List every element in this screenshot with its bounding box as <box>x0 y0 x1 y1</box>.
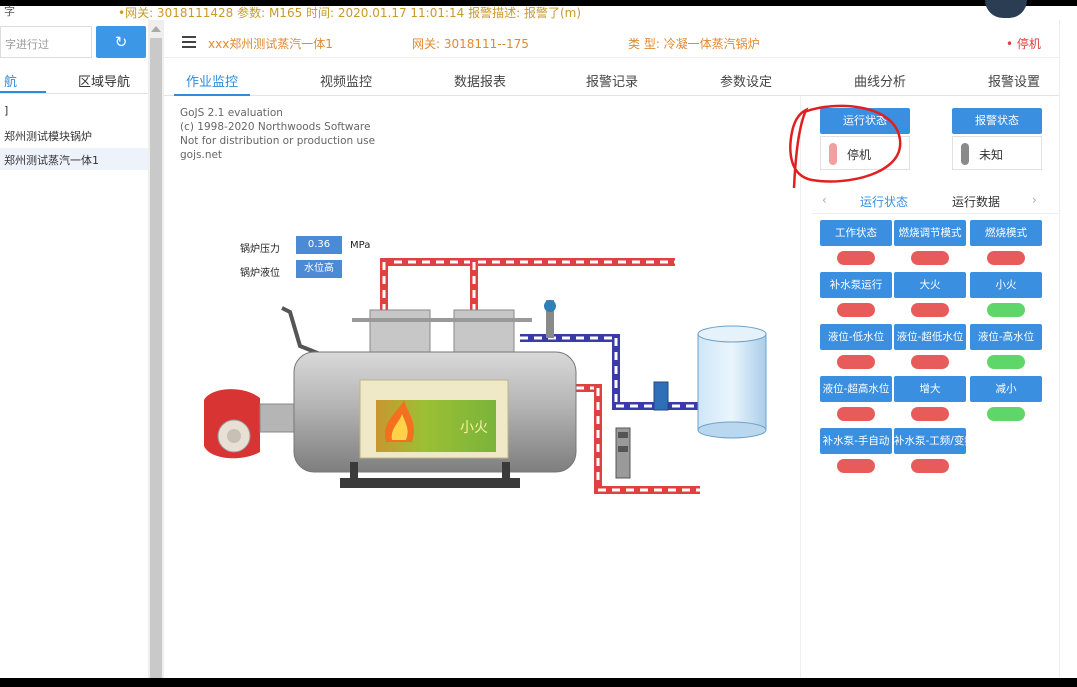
indicator-light <box>911 251 949 265</box>
watermark-line: GoJS 2.1 evaluation <box>180 107 283 119</box>
menu-icon[interactable] <box>182 36 196 48</box>
indicator-label: 大火 <box>894 272 966 298</box>
bottom-black-bar <box>0 678 1077 687</box>
device-status: • 停机 <box>1006 37 1041 51</box>
control-box-left <box>369 309 431 353</box>
indicator-label: 补水泵运行 <box>820 272 892 298</box>
sidebar-tab-navigation[interactable]: 航 <box>4 71 17 90</box>
indicator-light <box>987 303 1025 317</box>
sidebar-tab-area-navigation[interactable]: 区域导航 <box>78 71 130 90</box>
exhaust-pipe <box>281 306 321 356</box>
indicator-label: 减小 <box>970 376 1042 402</box>
main-tabs: 作业监控 视频监控 数据报表 报警记录 参数设定 曲线分析 报警设置 <box>164 62 1059 96</box>
alarm-status-card: 未知 <box>952 136 1042 170</box>
indicator-light <box>911 355 949 369</box>
indicator-light <box>911 407 949 421</box>
indicator-label: 补水泵-工频/变频 <box>894 428 966 454</box>
sub-tab-run-status[interactable]: 运行状态 <box>860 193 908 210</box>
top-strip: 字 •网关: 3018111428 参数: M165 时间: 2020.01.1… <box>0 0 1077 20</box>
tab-data-report[interactable]: 数据报表 <box>454 71 506 90</box>
indicator-light <box>837 407 875 421</box>
gateway-id: 网关: 3018111--175 <box>412 37 529 51</box>
top-left-text: 字 <box>4 5 15 18</box>
search-input[interactable]: 字进行过 <box>0 26 92 58</box>
tab-alarm-settings[interactable]: 报警设置 <box>988 71 1040 90</box>
tree-item-steam-boiler[interactable]: 郑州测试蒸汽一体1 <box>0 148 148 170</box>
boiler-leg <box>502 462 510 484</box>
refresh-icon: ↻ <box>114 33 128 51</box>
sidebar-scrollbar[interactable] <box>148 20 164 678</box>
indicator-label: 燃烧模式 <box>970 220 1042 246</box>
sidebar-tabs: 航 区域导航 <box>0 66 148 94</box>
boiler-diagram: 小火 <box>204 258 767 494</box>
indicator-light <box>987 407 1025 421</box>
alarm-status-header: 报警状态 <box>952 108 1042 134</box>
alarm-status-value: 未知 <box>979 148 1004 162</box>
sub-tab-run-data[interactable]: 运行数据 <box>952 193 1000 210</box>
sidebar-tab-underline <box>0 91 46 93</box>
indicator-label: 液位-超低水位 <box>894 324 966 350</box>
indicator-light <box>837 303 875 317</box>
avatar[interactable] <box>985 0 1027 18</box>
boiler-leg <box>350 462 358 484</box>
feed-pump-icon <box>615 427 631 479</box>
indicator-light <box>987 355 1025 369</box>
watermark-line: gojs.net <box>180 149 223 161</box>
alarm-status-indicator <box>961 143 969 165</box>
indicator-label: 液位-超高水位 <box>820 376 892 402</box>
right-edge <box>1059 20 1077 678</box>
gojs-watermark: GoJS 2.1 evaluation (c) 1998-2020 Northw… <box>180 106 375 162</box>
scroll-thumb[interactable] <box>150 38 162 678</box>
circulation-pump-icon <box>653 381 669 411</box>
indicator-label: 燃烧调节模式 <box>894 220 966 246</box>
app-root: 字 •网关: 3018111428 参数: M165 时间: 2020.01.1… <box>0 0 1077 687</box>
flame-label: 小火 <box>460 419 488 435</box>
sub-tab-prev[interactable]: ‹ <box>822 193 827 207</box>
watermark-line: (c) 1998-2020 Northwoods Software <box>180 121 371 133</box>
device-info-bar: xxx郑州测试蒸汽一体1 网关: 3018111--175 类 型: 冷凝一体蒸… <box>164 28 1059 58</box>
tab-alarm-records[interactable]: 报警记录 <box>586 71 638 90</box>
alarm-ticker: •网关: 3018111428 参数: M165 时间: 2020.01.17 … <box>118 6 582 20</box>
indicator-label: 液位-低水位 <box>820 324 892 350</box>
indicator-label: 补水泵-手自动 <box>820 428 892 454</box>
indicator-label: 增大 <box>894 376 966 402</box>
sidebar: 字进行过 ↻ 航 区域导航 ] 郑州测试模块锅炉 郑州测试蒸汽一体1 <box>0 20 148 678</box>
control-box-right <box>453 309 515 353</box>
tree-item-module-boiler[interactable]: 郑州测试模块锅炉 <box>0 124 148 146</box>
refresh-button[interactable]: ↻ <box>96 26 146 58</box>
indicator-light <box>987 251 1025 265</box>
indicator-label: 液位-高水位 <box>970 324 1042 350</box>
top-rail <box>352 318 532 322</box>
sub-tabs: ‹ 运行状态 运行数据 › <box>812 188 1059 214</box>
indicator-light <box>911 303 949 317</box>
burner <box>204 389 301 459</box>
watermark-line: Not for distribution or production use <box>180 135 376 147</box>
indicator-label: 工作状态 <box>820 220 892 246</box>
tree-item-root[interactable]: ] <box>0 100 148 122</box>
device-name: xxx郑州测试蒸汽一体1 <box>208 37 333 51</box>
tab-parameter-settings[interactable]: 参数设定 <box>720 71 772 90</box>
scroll-up-icon[interactable] <box>151 26 161 32</box>
sub-tab-next[interactable]: › <box>1032 193 1037 207</box>
tab-work-monitor[interactable]: 作业监控 <box>186 71 238 90</box>
valve-icon <box>544 300 556 338</box>
steam-pipe-top <box>380 258 675 313</box>
indicator-light <box>837 251 875 265</box>
water-tank <box>697 325 767 439</box>
indicator-light <box>837 459 875 473</box>
tab-video-monitor[interactable]: 视频监控 <box>320 71 372 90</box>
active-tab-underline <box>174 94 250 96</box>
device-type: 类 型: 冷凝一体蒸汽锅炉 <box>628 37 760 51</box>
indicator-label: 小火 <box>970 272 1042 298</box>
indicator-light <box>837 355 875 369</box>
tab-curve-analysis[interactable]: 曲线分析 <box>854 71 906 90</box>
boiler-base <box>340 478 520 488</box>
indicator-light <box>911 459 949 473</box>
annotation-circle <box>789 104 902 189</box>
